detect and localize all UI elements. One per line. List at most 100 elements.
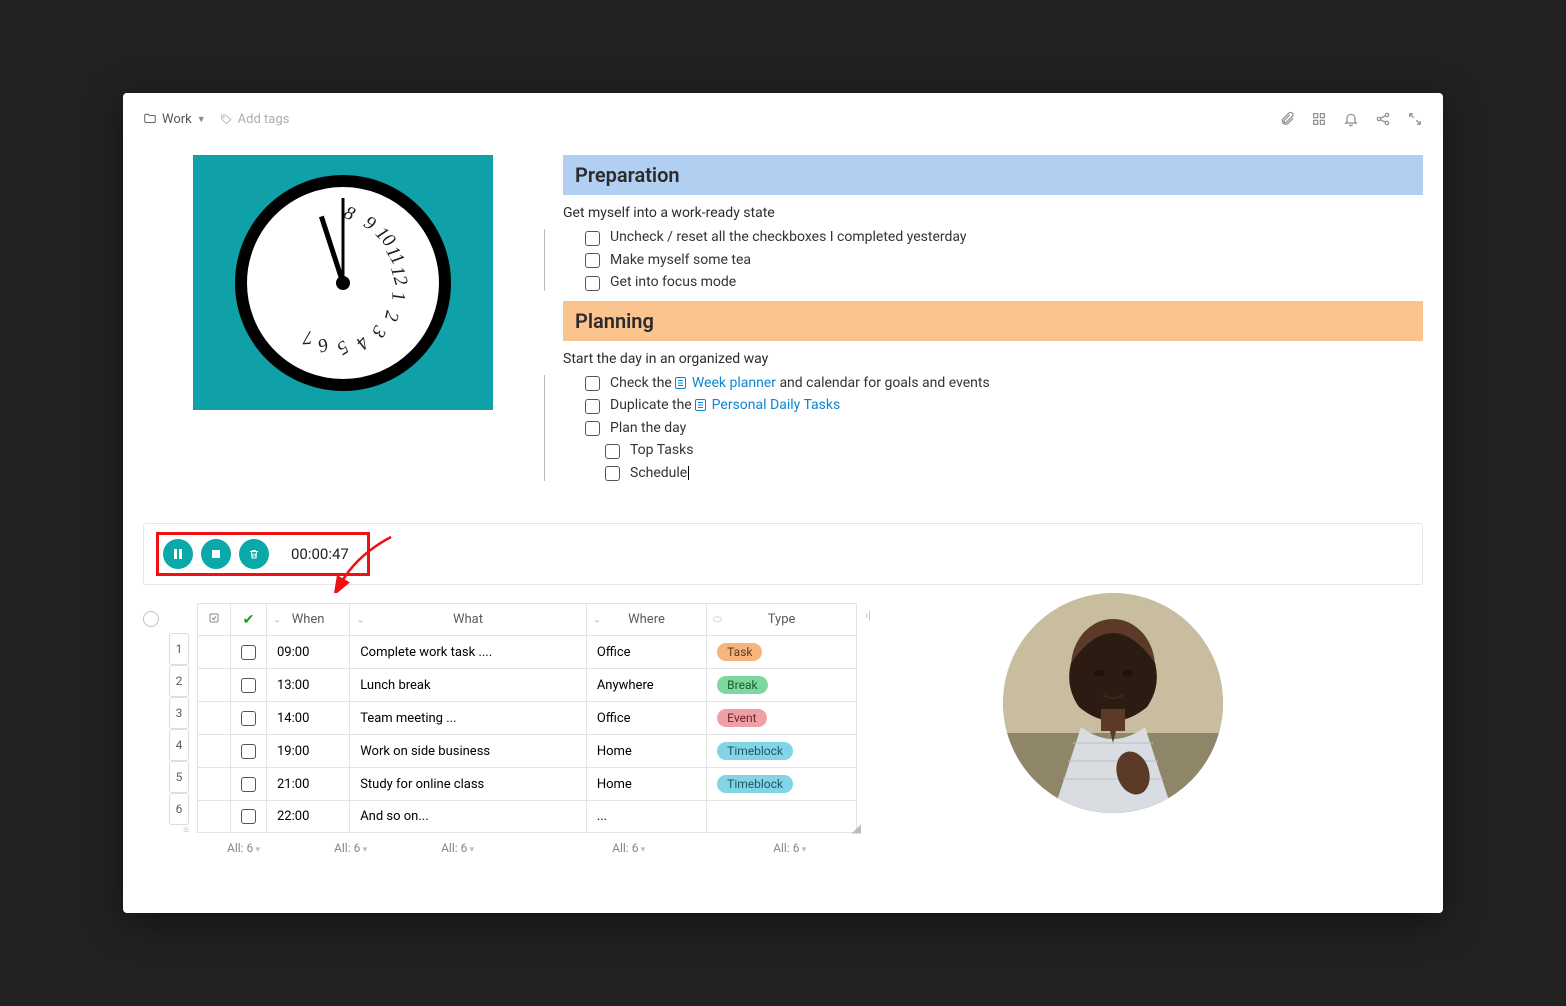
table-row[interactable]: 14:00 Team meeting ... Office Event [198, 702, 857, 735]
row-checkbox[interactable] [241, 645, 256, 660]
share-icon[interactable] [1375, 111, 1391, 127]
row-index[interactable]: 5 [169, 761, 189, 793]
cell-when[interactable]: 19:00 [267, 735, 350, 768]
footer-when[interactable]: All: 6 [334, 841, 367, 855]
drag-handle-icon[interactable]: ≡ [183, 825, 189, 836]
checkbox[interactable] [585, 421, 600, 436]
cell-where[interactable]: Home [586, 768, 706, 801]
cell-what[interactable]: And so on... [350, 801, 587, 833]
cell-type[interactable]: Event [707, 702, 857, 735]
cell-when[interactable]: 13:00 [267, 669, 350, 702]
svg-text:1: 1 [387, 291, 408, 301]
cell-when[interactable]: 22:00 [267, 801, 350, 833]
cell-when[interactable]: 21:00 [267, 768, 350, 801]
col-type[interactable]: ⬭Type [707, 604, 857, 636]
table-row[interactable]: 19:00 Work on side business Home Timeblo… [198, 735, 857, 768]
checkbox[interactable] [585, 231, 600, 246]
attachment-icon[interactable] [1279, 111, 1295, 127]
plan-check-3: Plan the day [585, 420, 1423, 437]
checkbox[interactable] [585, 376, 600, 391]
footer-what[interactable]: All: 6 [441, 841, 474, 855]
prep-check-2: Make myself some tea [585, 252, 1423, 269]
avatar-video[interactable] [1003, 593, 1223, 813]
doc-icon [695, 399, 706, 411]
col-where[interactable]: ⌄Where [586, 604, 706, 636]
col-when[interactable]: ⌄When [267, 604, 350, 636]
folder-selector[interactable]: Work ▼ [143, 112, 206, 127]
personal-daily-tasks-link[interactable]: Personal Daily Tasks [695, 397, 840, 413]
row-checkbox[interactable] [241, 744, 256, 759]
row-index[interactable]: 3 [169, 697, 189, 729]
cell-type[interactable]: Timeblock [707, 735, 857, 768]
cell-what[interactable]: Team meeting ... [350, 702, 587, 735]
bell-icon[interactable] [1343, 111, 1359, 127]
footer-done[interactable]: All: 6 [227, 841, 260, 855]
schedule-table-area: 123456 ≡ ✔ ⌄When ⌄What ⌄Where ⬭Type 09:0… [143, 603, 1423, 855]
svg-text:5: 5 [333, 335, 353, 358]
pause-button[interactable] [163, 539, 193, 569]
row-index[interactable]: 6 [169, 793, 189, 825]
cell-type[interactable]: Break [707, 669, 857, 702]
cell-where[interactable]: Anywhere [586, 669, 706, 702]
row-checkbox[interactable] [241, 777, 256, 792]
cell-what[interactable]: Work on side business [350, 735, 587, 768]
col-select[interactable] [198, 604, 231, 636]
delete-timer-button[interactable] [239, 539, 269, 569]
resize-handle-icon[interactable]: ◢ [852, 821, 861, 835]
checkbox[interactable] [585, 399, 600, 414]
row-checkbox[interactable] [241, 678, 256, 693]
cell-what[interactable]: Lunch break [350, 669, 587, 702]
plan-check-1: Check the Week planner and calendar for … [585, 375, 1423, 392]
app-window: Work ▼ Add tags [123, 93, 1443, 913]
svg-text:4: 4 [351, 331, 373, 352]
clock-numbers: 8 9 10 11 12 1 2 3 4 5 6 7 [247, 187, 439, 379]
folder-label: Work [162, 112, 192, 127]
row-index[interactable]: 2 [169, 665, 189, 697]
cell-where[interactable]: Office [586, 636, 706, 669]
checkbox[interactable] [585, 276, 600, 291]
week-planner-link[interactable]: Week planner [675, 375, 776, 391]
grid-icon[interactable] [1311, 111, 1327, 127]
cell-when[interactable]: 09:00 [267, 636, 350, 669]
plan-desc: Start the day in an organized way [563, 351, 1423, 367]
timer-value: 00:00:47 [291, 545, 349, 563]
table-row[interactable]: 22:00 And so on... ... [198, 801, 857, 833]
col-done[interactable]: ✔ [231, 604, 267, 636]
prep-desc: Get myself into a work-ready state [563, 205, 1423, 221]
type-badge: Break [717, 676, 767, 694]
cell-type[interactable]: Timeblock [707, 768, 857, 801]
svg-text:2: 2 [380, 308, 403, 322]
cell-where[interactable]: Home [586, 735, 706, 768]
row-checkbox[interactable] [241, 809, 256, 824]
row-index[interactable]: 4 [169, 729, 189, 761]
prep-check-3: Get into focus mode [585, 274, 1423, 291]
cell-what[interactable]: Complete work task .... [350, 636, 587, 669]
table-row[interactable]: 21:00 Study for online class Home Timebl… [198, 768, 857, 801]
clock-image: 8 9 10 11 12 1 2 3 4 5 6 7 [193, 155, 493, 410]
expand-icon[interactable] [1407, 111, 1423, 127]
table-expand-icon[interactable]: ›| [865, 609, 871, 622]
table-row[interactable]: 09:00 Complete work task .... Office Tas… [198, 636, 857, 669]
row-checkbox[interactable] [241, 711, 256, 726]
col-what[interactable]: ⌄What [350, 604, 587, 636]
checkbox[interactable] [605, 466, 620, 481]
add-tags[interactable]: Add tags [220, 112, 290, 127]
row-selector-circle[interactable] [143, 611, 159, 627]
cell-where[interactable]: ... [586, 801, 706, 833]
footer-where[interactable]: All: 6 [612, 841, 645, 855]
check-icon: ✔ [243, 612, 255, 628]
cell-what[interactable]: Study for online class [350, 768, 587, 801]
footer-type[interactable]: All: 6 [773, 841, 806, 855]
cell-when[interactable]: 14:00 [267, 702, 350, 735]
cell-where[interactable]: Office [586, 702, 706, 735]
checkbox[interactable] [605, 444, 620, 459]
type-badge: Task [717, 643, 762, 661]
cell-type[interactable] [707, 801, 857, 833]
table-row[interactable]: 13:00 Lunch break Anywhere Break [198, 669, 857, 702]
row-index[interactable]: 1 [169, 633, 189, 665]
section-preparation-header: Preparation [563, 155, 1423, 195]
checkbox[interactable] [585, 253, 600, 268]
plan-sub-2: Schedule [605, 465, 1423, 482]
stop-button[interactable] [201, 539, 231, 569]
cell-type[interactable]: Task [707, 636, 857, 669]
